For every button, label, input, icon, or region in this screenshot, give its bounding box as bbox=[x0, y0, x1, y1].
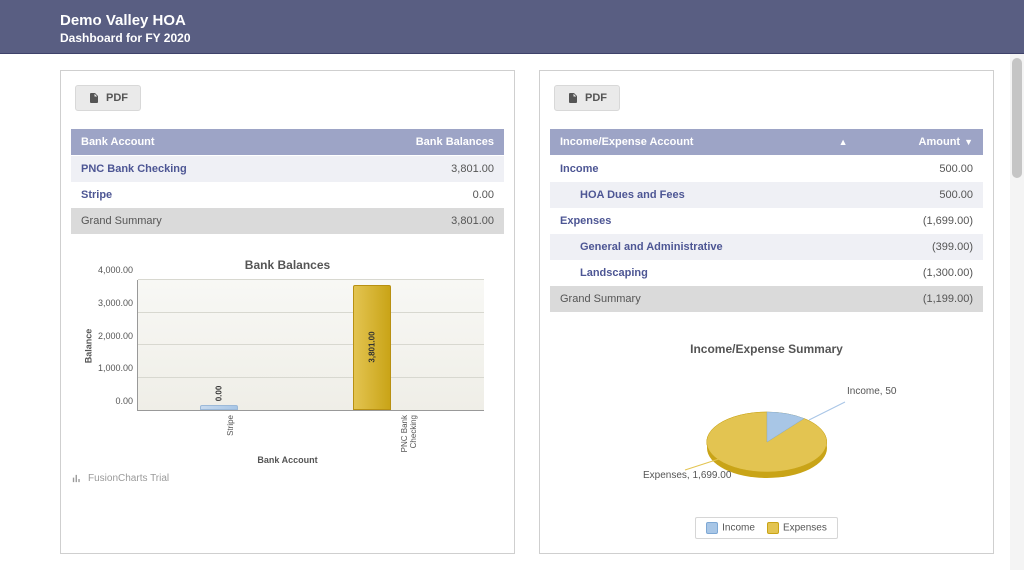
bar-pnc[interactable]: 3,801.00 bbox=[353, 285, 391, 411]
dashboard-body: PDF Bank Account Bank Balances PNC Bank … bbox=[0, 54, 1024, 570]
bar-yaxis: Balance 0.00 1,000.00 2,000.00 3,000.00 … bbox=[71, 280, 137, 411]
header-bar: Demo Valley HOA Dashboard for FY 2020 bbox=[0, 0, 1024, 54]
ytick: 3,000.00 bbox=[98, 298, 133, 308]
account-link[interactable]: HOA Dues and Fees bbox=[550, 182, 858, 208]
ytick: 2,000.00 bbox=[98, 331, 133, 341]
amount-cell: 500.00 bbox=[858, 182, 983, 208]
chart-icon bbox=[71, 473, 82, 484]
income-expense-table: Income/Expense Account ▲ Amount ▼ Income… bbox=[550, 129, 983, 312]
income-expense-chart: Income/Expense Summary Income, 500.00 Ex… bbox=[550, 342, 983, 539]
table-row: HOA Dues and Fees 500.00 bbox=[550, 182, 983, 208]
bar-value: 0.00 bbox=[215, 386, 224, 402]
summary-row: Grand Summary 3,801.00 bbox=[71, 208, 504, 234]
sort-asc-icon: ▲ bbox=[839, 137, 848, 147]
account-link[interactable]: Income bbox=[550, 156, 858, 183]
pie-label-income: Income, 500.00 bbox=[847, 386, 897, 397]
account-link[interactable]: Expenses bbox=[550, 208, 858, 234]
bank-amount: 0.00 bbox=[314, 182, 504, 208]
income-expense-card: PDF Income/Expense Account ▲ Amount ▼ bbox=[539, 70, 994, 554]
pie-label-expenses: Expenses, 1,699.00 bbox=[643, 470, 732, 481]
table-row: Stripe 0.00 bbox=[71, 182, 504, 208]
col-income-expense-account[interactable]: Income/Expense Account ▲ bbox=[550, 129, 858, 156]
xtick: PNC BankChecking bbox=[401, 415, 419, 452]
pdf-label: PDF bbox=[106, 92, 128, 104]
table-row: Income 500.00 bbox=[550, 156, 983, 183]
pdf-label: PDF bbox=[585, 92, 607, 104]
pie-slice-expenses[interactable] bbox=[706, 412, 826, 472]
summary-amount: 3,801.00 bbox=[314, 208, 504, 234]
bank-amount: 3,801.00 bbox=[314, 156, 504, 183]
account-link[interactable]: Landscaping bbox=[550, 260, 858, 286]
ytick: 0.00 bbox=[115, 396, 133, 406]
chart-title: Bank Balances bbox=[71, 258, 504, 272]
legend-swatch-income bbox=[706, 522, 718, 534]
xaxis-label: Bank Account bbox=[71, 455, 504, 465]
page-title: Demo Valley HOA bbox=[60, 12, 1024, 29]
col-bank-balances[interactable]: Bank Balances bbox=[314, 129, 504, 156]
col-amount[interactable]: Amount ▼ bbox=[858, 129, 983, 156]
legend-item-income[interactable]: Income bbox=[706, 522, 755, 534]
amount-cell: 500.00 bbox=[858, 156, 983, 183]
amount-cell: (399.00) bbox=[858, 234, 983, 260]
vertical-scrollbar[interactable] bbox=[1010, 54, 1024, 570]
table-row: PNC Bank Checking 3,801.00 bbox=[71, 156, 504, 183]
amount-cell: (1,300.00) bbox=[858, 260, 983, 286]
scrollbar-thumb[interactable] bbox=[1012, 58, 1022, 178]
legend-swatch-expenses bbox=[767, 522, 779, 534]
bank-link[interactable]: PNC Bank Checking bbox=[71, 156, 314, 183]
ytick: 1,000.00 bbox=[98, 363, 133, 373]
summary-amount: (1,199.00) bbox=[858, 286, 983, 312]
summary-row: Grand Summary (1,199.00) bbox=[550, 286, 983, 312]
pdf-icon bbox=[567, 92, 579, 104]
summary-label: Grand Summary bbox=[550, 286, 858, 312]
table-row: Landscaping (1,300.00) bbox=[550, 260, 983, 286]
summary-label: Grand Summary bbox=[71, 208, 314, 234]
table-row: General and Administrative (399.00) bbox=[550, 234, 983, 260]
pie-legend: Income Expenses bbox=[695, 517, 838, 539]
page-subtitle: Dashboard for FY 2020 bbox=[60, 31, 1024, 45]
bank-link[interactable]: Stripe bbox=[71, 182, 314, 208]
xtick: Stripe bbox=[227, 415, 236, 436]
bar-stripe[interactable]: 0.00 bbox=[200, 405, 238, 410]
table-row: Expenses (1,699.00) bbox=[550, 208, 983, 234]
bank-balances-table: Bank Account Bank Balances PNC Bank Chec… bbox=[71, 129, 504, 234]
bank-balances-chart: Bank Balances Balance 0.00 1,000.00 2,00… bbox=[71, 258, 504, 484]
bar-value: 3,801.00 bbox=[367, 332, 376, 363]
amount-cell: (1,699.00) bbox=[858, 208, 983, 234]
ytick: 4,000.00 bbox=[98, 265, 133, 275]
pdf-button[interactable]: PDF bbox=[75, 85, 141, 111]
col-bank-account[interactable]: Bank Account bbox=[71, 129, 314, 156]
pie-chart: Income, 500.00 Expenses, 1,699.00 bbox=[637, 364, 897, 504]
bank-balances-card: PDF Bank Account Bank Balances PNC Bank … bbox=[60, 70, 515, 554]
fusioncharts-watermark: FusionCharts Trial bbox=[71, 473, 504, 484]
chart-title: Income/Expense Summary bbox=[550, 342, 983, 356]
pdf-icon bbox=[88, 92, 100, 104]
bar-plot-area: 0.00 3,801.00 bbox=[137, 280, 484, 411]
pdf-button[interactable]: PDF bbox=[554, 85, 620, 111]
legend-item-expenses[interactable]: Expenses bbox=[767, 522, 827, 534]
sort-desc-icon: ▼ bbox=[964, 137, 973, 147]
account-link[interactable]: General and Administrative bbox=[550, 234, 858, 260]
